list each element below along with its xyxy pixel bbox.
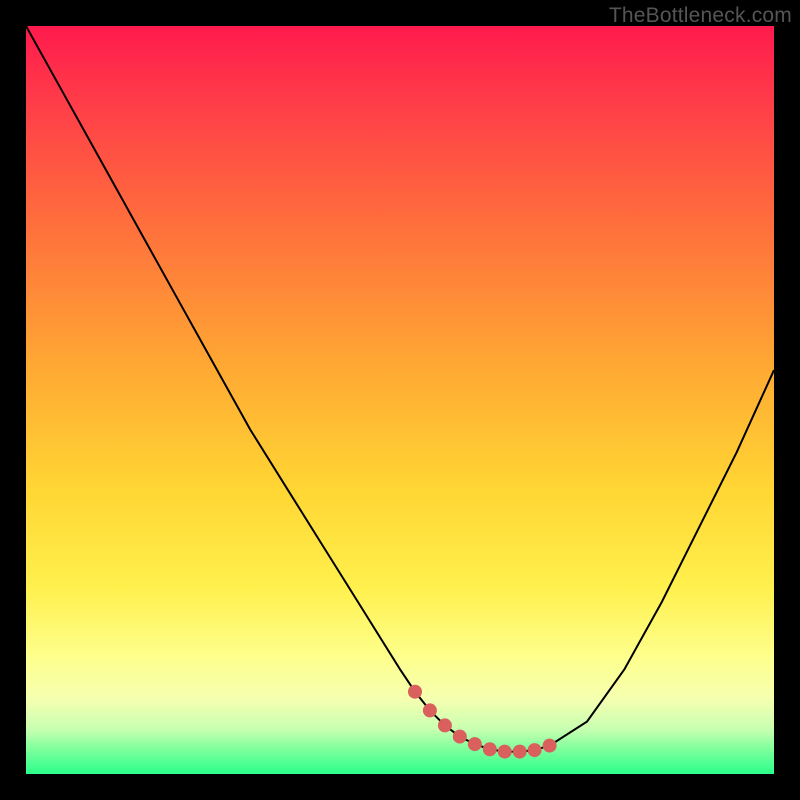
marker-dot [483, 742, 497, 756]
marker-dot [423, 703, 437, 717]
marker-dot [468, 737, 482, 751]
attribution-text: TheBottleneck.com [609, 4, 792, 28]
marker-dot [498, 745, 512, 759]
plot-area [26, 26, 774, 774]
marker-dot [543, 739, 557, 753]
marker-dot [513, 745, 527, 759]
bottleneck-curve [26, 26, 774, 752]
curve-path [26, 26, 774, 752]
marker-dot [528, 743, 542, 757]
chart-svg [26, 26, 774, 774]
marker-dot [438, 718, 452, 732]
marker-dot [408, 685, 422, 699]
marker-dot [453, 730, 467, 744]
black-frame: TheBottleneck.com [0, 0, 800, 800]
